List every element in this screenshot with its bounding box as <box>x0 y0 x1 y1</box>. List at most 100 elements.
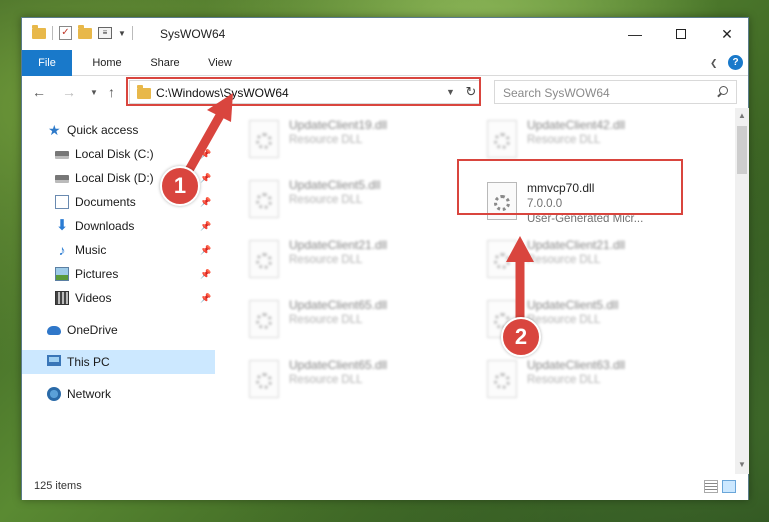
sidebar-item-label: Pictures <box>75 267 119 281</box>
help-icon[interactable]: ? <box>728 55 743 70</box>
gear-icon <box>494 373 510 389</box>
tab-view[interactable]: View <box>198 50 242 76</box>
back-arrow-icon[interactable]: ← <box>32 84 46 100</box>
disk-icon <box>55 175 69 183</box>
item-count: 125 items <box>34 480 82 492</box>
file-name: UpdateClient5.dll <box>527 298 619 312</box>
pin-icon[interactable]: 📌 <box>200 238 211 262</box>
expand-ribbon-chevron-icon[interactable]: ❮ <box>710 58 718 69</box>
scroll-down-icon[interactable]: ▼ <box>738 460 746 469</box>
sidebar-item-music[interactable]: ♪ Music 📌 <box>22 238 215 262</box>
videos-icon <box>55 291 69 305</box>
maximize-button[interactable] <box>658 18 704 50</box>
details-view-icon[interactable] <box>704 480 718 493</box>
downloads-icon: ⬇ <box>55 217 69 234</box>
status-bar: 125 items <box>22 474 748 500</box>
sidebar-item-quick-access[interactable]: ★ Quick access <box>22 118 215 142</box>
dll-file-icon <box>249 240 279 278</box>
file-tile[interactable]: UpdateClient5.dll Resource DLL <box>241 174 471 226</box>
tab-share[interactable]: Share <box>142 50 188 76</box>
file-tile[interactable]: UpdateClient65.dll Resource DLL <box>241 354 471 406</box>
sidebar-item-onedrive[interactable]: OneDrive <box>22 318 215 342</box>
tiles-view-icon[interactable] <box>722 480 736 493</box>
scroll-up-icon[interactable]: ▲ <box>738 111 746 120</box>
file-name: UpdateClient21.dll <box>527 238 626 252</box>
gear-icon <box>494 133 510 149</box>
file-description: Resource DLL <box>527 314 601 326</box>
pin-icon[interactable]: 📌 <box>200 166 211 190</box>
pin-icon[interactable]: 📌 <box>200 286 211 310</box>
search-icon[interactable] <box>715 85 729 99</box>
sidebar-item-label: Local Disk (D:) <box>75 171 154 185</box>
pc-icon <box>47 355 61 366</box>
star-icon: ★ <box>48 122 61 138</box>
sidebar-item-pictures[interactable]: Pictures 📌 <box>22 262 215 286</box>
pin-icon[interactable]: 📌 <box>200 190 211 214</box>
music-icon: ♪ <box>58 242 66 258</box>
file-name: UpdateClient42.dll <box>527 118 626 132</box>
sidebar-item-downloads[interactable]: ⬇ Downloads 📌 <box>22 214 215 238</box>
step-1-badge: 1 <box>160 166 200 206</box>
properties-icon[interactable]: ≡ <box>98 27 112 39</box>
file-description: Resource DLL <box>289 314 363 326</box>
file-description: Resource DLL <box>289 134 363 146</box>
maximize-icon <box>676 29 686 39</box>
sidebar-item-network[interactable]: Network <box>22 382 215 406</box>
sidebar-item-label: Quick access <box>67 123 139 137</box>
toolbar-divider <box>131 26 133 40</box>
file-description: Resource DLL <box>527 374 601 386</box>
up-arrow-icon[interactable]: ↑ <box>108 84 115 100</box>
recent-locations-chevron-icon[interactable]: ▼ <box>90 88 98 97</box>
dll-file-icon <box>249 180 279 218</box>
dll-file-icon <box>249 300 279 338</box>
file-tile[interactable]: UpdateClient21.dll Resource DLL <box>241 234 471 286</box>
vertical-scrollbar[interactable]: ▲ ▼ <box>735 108 749 474</box>
folder-icon <box>32 24 46 39</box>
file-tile[interactable]: UpdateClient21.dll Resource DLL <box>479 234 709 286</box>
sidebar-item-label: This PC <box>67 355 110 369</box>
file-name: UpdateClient5.dll <box>289 178 381 192</box>
dll-file-icon <box>249 360 279 398</box>
gear-icon <box>494 253 510 269</box>
gear-icon <box>256 313 272 329</box>
step-2-badge: 2 <box>501 317 541 357</box>
quick-access-toolbar: ✓ ≡ ▼ <box>32 24 133 40</box>
documents-icon <box>55 195 69 209</box>
scrollbar-thumb[interactable] <box>737 126 747 174</box>
file-description: Resource DLL <box>289 374 363 386</box>
dll-file-icon <box>249 120 279 158</box>
dll-file-icon <box>487 120 517 158</box>
toolbar-divider <box>52 26 53 40</box>
sidebar-item-videos[interactable]: Videos 📌 <box>22 286 215 310</box>
customize-toolbar-chevron-icon[interactable]: ▼ <box>118 29 126 38</box>
properties-check-icon[interactable]: ✓ <box>59 26 72 40</box>
network-icon <box>47 387 61 401</box>
search-input[interactable]: Search SysWOW64 <box>494 80 737 104</box>
forward-arrow-icon[interactable]: → <box>62 84 76 100</box>
file-name: UpdateClient19.dll <box>289 118 388 132</box>
file-name: UpdateClient63.dll <box>527 358 626 372</box>
sidebar-item-label: Downloads <box>75 219 135 233</box>
gear-icon <box>256 193 272 209</box>
sidebar-item-this-pc[interactable]: This PC <box>22 350 215 374</box>
pin-icon[interactable]: 📌 <box>200 214 211 238</box>
pin-icon[interactable]: 📌 <box>200 142 211 166</box>
sidebar-item-label: Network <box>67 387 112 401</box>
minimize-button[interactable]: — <box>612 18 658 50</box>
sidebar-item-label: Videos <box>75 291 112 305</box>
navigation-pane: ★ Quick access Local Disk (C:) 📌 Local D… <box>22 108 219 474</box>
onedrive-icon <box>47 326 61 335</box>
pin-icon[interactable]: 📌 <box>200 262 211 286</box>
gear-icon <box>256 253 272 269</box>
file-tile[interactable]: UpdateClient65.dll Resource DLL <box>241 294 471 346</box>
dll-file-icon <box>487 240 517 278</box>
sidebar-item-local-disk-c[interactable]: Local Disk (C:) 📌 <box>22 142 215 166</box>
tab-home[interactable]: Home <box>84 50 130 76</box>
file-tile[interactable]: UpdateClient19.dll Resource DLL <box>241 114 471 166</box>
close-button[interactable]: ✕ <box>704 18 750 50</box>
title-bar: ✓ ≡ ▼ SysWOW64 — ✕ <box>22 18 748 50</box>
new-folder-icon[interactable] <box>78 24 92 39</box>
file-description: Resource DLL <box>289 194 363 206</box>
pictures-icon <box>55 267 69 281</box>
file-tile[interactable]: UpdateClient63.dll Resource DLL <box>479 354 709 406</box>
